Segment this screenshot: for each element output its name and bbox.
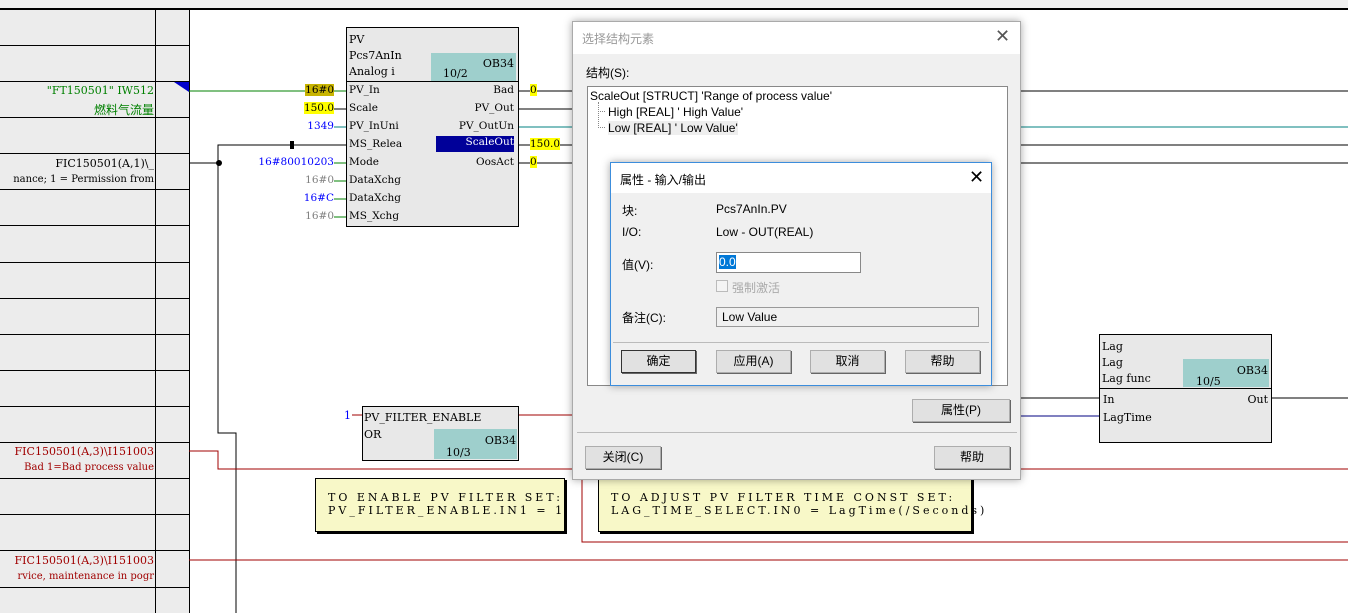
left-label: "FT150501" IW512 xyxy=(46,84,154,97)
pin-input-value[interactable]: 16#0 xyxy=(305,210,334,222)
lag-block[interactable]: OB34 10/5 Lag Lag Lag func In LagTime Ou… xyxy=(1099,334,1272,443)
left-label: FIC150501(A,1)\_ xyxy=(55,157,154,170)
value-label: 值(V): xyxy=(622,258,654,272)
pin-output[interactable]: Bad xyxy=(493,84,514,96)
block-type: OR xyxy=(364,428,382,441)
close-icon[interactable]: ✕ xyxy=(969,167,984,188)
close-button[interactable]: 关闭(C) xyxy=(585,446,661,469)
pin-output[interactable]: OosAct xyxy=(476,156,514,168)
left-label: 燃料气流量 xyxy=(93,103,154,117)
help-button[interactable]: 帮助 xyxy=(934,446,1010,469)
pin-input[interactable]: PV_In xyxy=(349,84,380,96)
pin-input[interactable]: MS_Relea xyxy=(349,138,402,150)
pin-input-value[interactable]: 16#0 xyxy=(305,174,334,186)
pin-output-value[interactable]: 0 xyxy=(530,156,537,168)
run-sequence-box: OB34 10/5 xyxy=(1183,359,1269,388)
dialog-title: 属性 - 输入/输出 xyxy=(620,173,706,187)
pin-output-value[interactable]: 150.0 xyxy=(530,138,561,150)
run-sequence-box: OB34 10/2 xyxy=(431,53,516,81)
pin-lagtime[interactable]: LagTime xyxy=(1103,411,1152,424)
run-sequence-box: OB34 10/3 xyxy=(434,429,517,459)
pin-output[interactable]: PV_OutUn xyxy=(459,120,514,132)
pin-input[interactable]: Scale xyxy=(349,102,378,114)
properties-button[interactable]: 属性(P) xyxy=(912,399,1010,422)
io-properties-dialog[interactable]: 属性 - 输入/输出 ✕ 块: Pcs7AnIn.PV I/O: Low - O… xyxy=(610,162,992,386)
cancel-button[interactable]: 取消 xyxy=(810,350,885,373)
pin-input-value[interactable]: 1349 xyxy=(307,120,334,132)
seq-label: 10/3 xyxy=(446,446,471,459)
force-label: 强制激活 xyxy=(732,281,781,295)
pin-output[interactable]: PV_Out xyxy=(475,102,515,114)
tree-item-selected[interactable]: Low [REAL] ' Low Value' xyxy=(608,121,738,135)
pin-output-value[interactable]: 0 xyxy=(530,84,537,96)
pv-filter-enable-block[interactable]: OB34 10/3 PV_FILTER_ENABLE OR xyxy=(362,406,519,461)
value-text-selected: 0.0 xyxy=(719,255,736,269)
block-label: 块: xyxy=(622,204,638,218)
block-value: Pcs7AnIn.PV xyxy=(716,202,787,216)
ob-label: OB34 xyxy=(1236,364,1268,377)
filter-input-value[interactable]: 1 xyxy=(344,409,351,422)
left-label: Bad 1=Bad process value xyxy=(24,462,154,473)
left-label: FIC150501(A,3)\I151003 xyxy=(14,554,154,567)
comment-field[interactable]: Low Value xyxy=(716,307,979,327)
comment-note: TO ADJUST PV FILTER TIME CONST SET: LAG_… xyxy=(598,478,984,532)
block-name: PV_FILTER_ENABLE xyxy=(364,411,482,424)
ok-button[interactable]: 确定 xyxy=(621,350,696,373)
block-name: Lag xyxy=(1102,340,1123,353)
left-label: rvice, maintenance in pogr xyxy=(17,571,154,582)
apply-button[interactable]: 应用(A) xyxy=(716,350,791,373)
io-label: I/O: xyxy=(622,225,642,239)
value-input[interactable]: 0.0 xyxy=(716,252,861,273)
pin-input-value[interactable]: 16#0 xyxy=(305,84,334,96)
pin-input[interactable]: Mode xyxy=(349,156,379,168)
pin-input[interactable]: DataXchg xyxy=(349,192,401,204)
pin-output[interactable]: ScaleOut xyxy=(436,136,514,152)
block-type: Pcs7AnIn xyxy=(349,49,402,62)
io-value: Low - OUT(REAL) xyxy=(716,225,814,239)
close-icon[interactable]: ✕ xyxy=(995,26,1010,47)
dialog-title: 选择结构元素 xyxy=(582,32,655,46)
seq-label: 10/5 xyxy=(1196,375,1221,388)
tree-item[interactable]: ScaleOut [STRUCT] 'Range of process valu… xyxy=(590,89,832,103)
comment-note: TO ENABLE PV FILTER SET: PV_FILTER_ENABL… xyxy=(315,478,565,532)
force-checkbox[interactable] xyxy=(716,280,728,292)
pin-input-value[interactable]: 16#C xyxy=(304,192,334,204)
pin-input-value[interactable]: 150.0 xyxy=(303,102,334,114)
ob-label: OB34 xyxy=(484,434,516,447)
pin-out[interactable]: Out xyxy=(1247,393,1268,406)
tree-item[interactable]: High [REAL] ' High Value' xyxy=(608,105,743,119)
comment-label: 备注(C): xyxy=(622,311,666,325)
block-type: Lag xyxy=(1102,356,1123,369)
left-label: nance; 1 = Permission from xyxy=(13,174,154,185)
block-comment: Lag func xyxy=(1102,372,1151,385)
comment-value: Low Value xyxy=(722,310,778,324)
left-label: FIC150501(A,3)\I151003 xyxy=(14,445,154,458)
help-button[interactable]: 帮助 xyxy=(905,350,980,373)
seq-label: 10/2 xyxy=(443,67,468,80)
block-name: PV xyxy=(349,33,365,46)
struct-label: 结构(S): xyxy=(586,66,630,80)
ob-label: OB34 xyxy=(482,57,514,70)
pin-input[interactable]: PV_InUni xyxy=(349,120,399,132)
block-comment: Analog i xyxy=(349,65,395,78)
pin-in[interactable]: In xyxy=(1103,393,1114,406)
pin-input[interactable]: DataXchg xyxy=(349,174,401,186)
pin-input[interactable]: MS_Xchg xyxy=(349,210,399,222)
pin-input-value[interactable]: 16#80010203 xyxy=(258,156,334,168)
